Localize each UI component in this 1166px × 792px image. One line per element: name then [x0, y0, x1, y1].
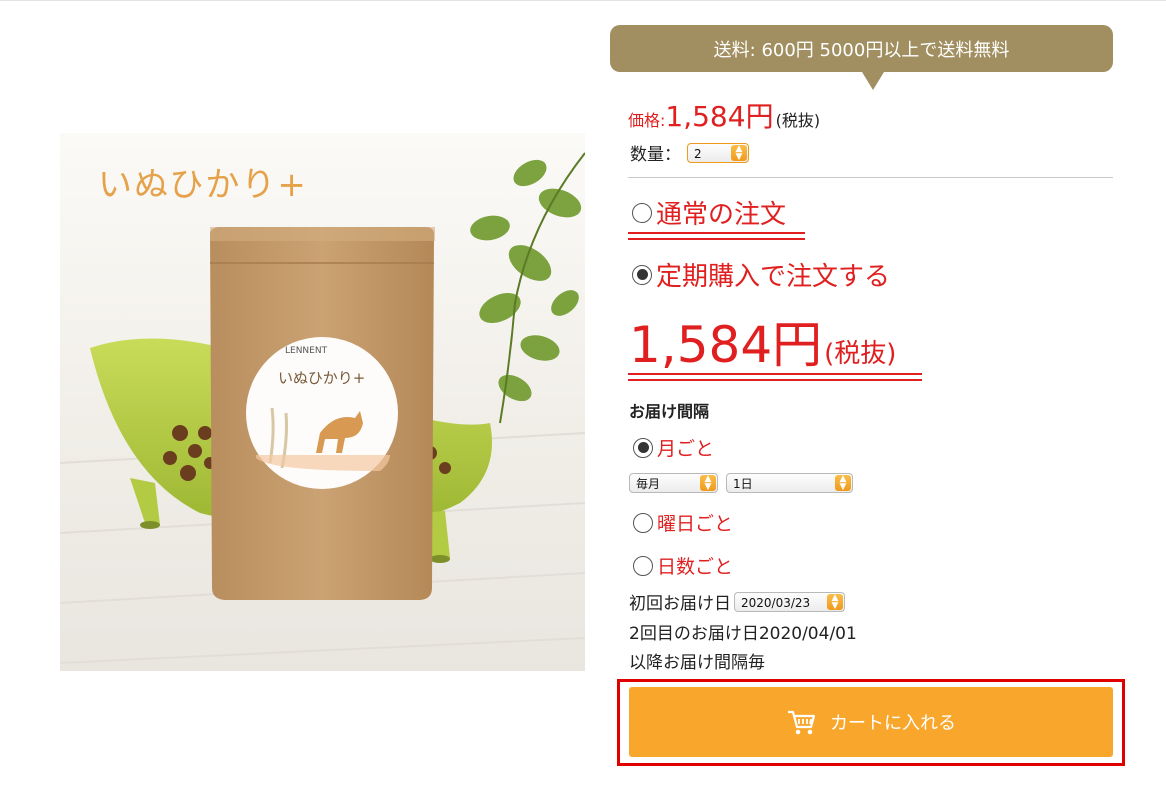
normal-order-radio[interactable]	[632, 202, 652, 223]
monthly-radio[interactable]	[633, 437, 653, 458]
first-delivery-date: 2020/03/23	[741, 595, 811, 610]
days-radio[interactable]	[633, 555, 653, 576]
first-delivery-date-select[interactable]: 2020/03/23 ▲ ▼	[734, 591, 845, 612]
add-to-cart-label: カートに入れる	[830, 713, 956, 734]
subscription-order-option[interactable]: 定期購入で注文する	[632, 256, 890, 293]
top-divider	[0, 0, 1166, 1]
monthly-option[interactable]: 月ごと	[633, 434, 714, 461]
quantity-line: 数量： 2 ▲ ▼	[630, 140, 749, 165]
weekday-option[interactable]: 曜日ごと	[633, 509, 733, 536]
price-tax: (税抜)	[775, 111, 821, 130]
normal-order-underline	[628, 232, 805, 240]
day-value: 1日	[733, 477, 753, 491]
shipping-text: 送料: 600円 5000円以上で送料無料	[713, 39, 1010, 61]
quantity-value: 2	[694, 146, 702, 161]
subscription-price: 1,584円 (税抜)	[629, 305, 896, 377]
package-name: いぬひかり+	[278, 369, 365, 387]
product-image: LENNENT いぬひかり+ いぬひかり+	[60, 133, 585, 671]
select-chevron-icon: ▲ ▼	[731, 144, 747, 161]
delivery-interval-heading: お届け間隔	[629, 402, 710, 421]
shipping-banner: 送料: 600円 5000円以上で送料無料	[610, 25, 1113, 90]
package-brand: LENNENT	[285, 346, 328, 356]
subscription-order-radio[interactable]	[632, 264, 652, 285]
days-label: 日数ごと	[657, 556, 734, 578]
interval-note: 以降お届け間隔毎	[629, 653, 765, 673]
quantity-label: 数量：	[630, 145, 681, 165]
select-chevron-icon: ▲ ▼	[835, 475, 851, 492]
monthly-selects: 毎月 ▲ ▼ 1日 ▲ ▼	[629, 473, 853, 493]
price-label: 価格:	[628, 111, 666, 130]
select-chevron-icon: ▲ ▼	[700, 475, 716, 492]
frequency-value: 毎月	[636, 477, 661, 491]
price-value: 1,584円	[665, 100, 774, 133]
day-select[interactable]: 1日 ▲ ▼	[726, 473, 853, 493]
subscription-price-amount: 1,584円	[629, 316, 823, 374]
days-option[interactable]: 日数ごと	[633, 552, 733, 579]
image-title: いぬひかり+	[98, 165, 308, 205]
subscription-price-underline	[628, 373, 922, 381]
second-delivery-text: 2回目のお届け日2020/04/01	[629, 624, 857, 644]
frequency-select[interactable]: 毎月 ▲ ▼	[629, 473, 718, 493]
weekday-radio[interactable]	[633, 512, 653, 533]
add-to-cart-button[interactable]: カートに入れる	[629, 687, 1113, 757]
section-divider	[628, 177, 1113, 178]
quantity-select[interactable]: 2 ▲ ▼	[687, 142, 749, 163]
cart-icon	[786, 708, 816, 736]
normal-order-option[interactable]: 通常の注文	[632, 194, 786, 231]
monthly-label: 月ごと	[657, 438, 715, 460]
subscription-price-tax: (税抜)	[824, 339, 897, 369]
subscription-order-label: 定期購入で注文する	[656, 262, 891, 292]
normal-order-label: 通常の注文	[656, 200, 787, 230]
product-photo: LENNENT いぬひかり+	[60, 133, 585, 671]
select-chevron-icon: ▲ ▼	[827, 593, 843, 610]
first-delivery-line: 初回お届け日 2020/03/23 ▲ ▼	[629, 589, 845, 614]
first-delivery-label: 初回お届け日	[629, 594, 731, 614]
price-line: 価格: 1,584円 (税抜)	[628, 95, 820, 135]
weekday-label: 曜日ごと	[657, 513, 734, 535]
